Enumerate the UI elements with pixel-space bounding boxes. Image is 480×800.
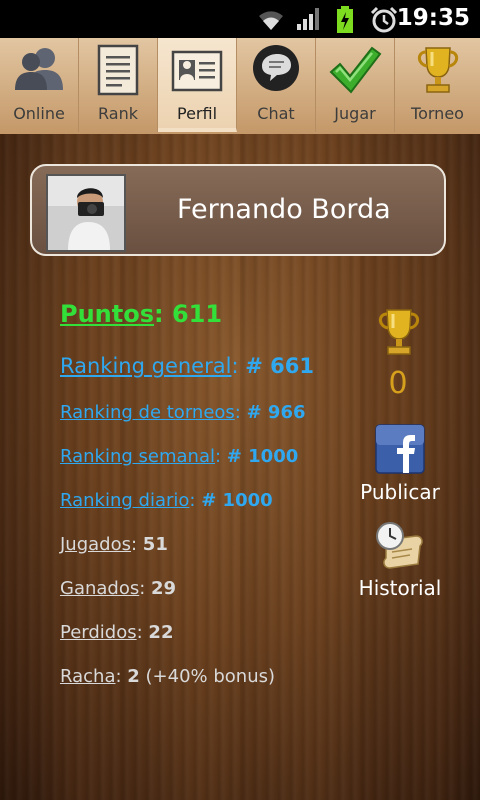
profile-content: Fernando Borda Puntos: 611 Ranking gener… xyxy=(0,134,480,800)
ranking-diario-link[interactable]: Ranking diario xyxy=(60,490,189,511)
racha-stat[interactable]: Racha: 2 (+40% bonus) xyxy=(60,666,275,687)
publicar-button[interactable]: Publicar xyxy=(356,424,444,504)
avatar[interactable] xyxy=(46,174,126,252)
racha-value: 2 xyxy=(127,666,140,687)
tab-rank-label: Rank xyxy=(98,104,138,123)
jugados-stat[interactable]: Jugados: 51 xyxy=(60,534,168,555)
history-scroll-icon xyxy=(376,522,423,569)
tab-perfil-label: Perfil xyxy=(176,104,218,123)
profile-name: Fernando Borda xyxy=(177,194,391,225)
jugados-label[interactable]: Jugados xyxy=(60,534,131,555)
tab-rank[interactable]: Rank xyxy=(79,38,158,132)
ranking-semanal-link[interactable]: Ranking semanal xyxy=(60,446,215,467)
status-bar: 19:35 xyxy=(0,0,480,38)
tab-chat[interactable]: Chat xyxy=(237,38,316,132)
signal-icon xyxy=(297,8,319,30)
tab-online-label: Online xyxy=(13,104,65,123)
ranking-torneos-value: # 966 xyxy=(246,402,306,423)
points-stat[interactable]: Puntos: 611 xyxy=(60,300,222,328)
checkmark-icon xyxy=(329,46,382,94)
racha-label[interactable]: Racha xyxy=(60,666,115,687)
ranking-diario-stat[interactable]: Ranking diario: # 1000 xyxy=(60,490,273,511)
tab-bar: Online Rank Perfil Chat Jugar Torneo xyxy=(0,38,480,137)
facebook-icon xyxy=(375,424,425,474)
racha-bonus: (+40% bonus) xyxy=(139,666,276,687)
perdidos-stat[interactable]: Perdidos: 22 xyxy=(60,622,173,643)
status-time: 19:35 xyxy=(396,5,470,31)
avatar-photo xyxy=(48,176,124,250)
tab-torneo[interactable]: Torneo xyxy=(395,38,480,132)
ganados-stat[interactable]: Ganados: 29 xyxy=(60,578,176,599)
publicar-label: Publicar xyxy=(360,480,440,504)
ranking-diario-value: # 1000 xyxy=(201,490,273,511)
trophy-icon xyxy=(378,309,420,355)
trophy-count: 0 xyxy=(388,366,408,401)
ganados-value: 29 xyxy=(151,578,177,599)
alarm-clock-icon xyxy=(370,6,398,33)
wifi-icon xyxy=(259,11,283,30)
ranking-semanal-stat[interactable]: Ranking semanal: # 1000 xyxy=(60,446,298,467)
points-value: 611 xyxy=(171,300,223,328)
historial-button[interactable]: Historial xyxy=(356,520,444,600)
tab-jugar-label: Jugar xyxy=(334,104,376,123)
trophy-icon xyxy=(417,47,458,93)
tab-torneo-label: Torneo xyxy=(411,104,464,123)
profile-card-icon xyxy=(171,50,223,92)
ranking-general-link[interactable]: Ranking general xyxy=(60,354,231,378)
ranking-document-icon xyxy=(97,44,139,96)
ranking-torneos-stat[interactable]: Ranking de torneos: # 966 xyxy=(60,402,306,423)
battery-charging-icon xyxy=(337,6,353,33)
ranking-general-stat[interactable]: Ranking general: # 661 xyxy=(60,354,314,378)
ganados-label[interactable]: Ganados xyxy=(60,578,139,599)
tab-online[interactable]: Online xyxy=(0,38,79,132)
tab-perfil[interactable]: Perfil xyxy=(158,38,237,132)
tab-jugar[interactable]: Jugar xyxy=(316,38,395,132)
ranking-torneos-link[interactable]: Ranking de torneos xyxy=(60,402,235,423)
chat-bubble-icon xyxy=(253,45,299,91)
jugados-value: 51 xyxy=(142,534,168,555)
users-icon xyxy=(15,48,63,90)
historial-label: Historial xyxy=(358,576,442,600)
profile-card: Fernando Borda xyxy=(30,164,446,256)
points-label[interactable]: Puntos xyxy=(60,300,154,328)
perdidos-label[interactable]: Perdidos xyxy=(60,622,137,643)
tab-chat-label: Chat xyxy=(257,104,295,123)
perdidos-value: 22 xyxy=(148,622,174,643)
ranking-semanal-value: # 1000 xyxy=(226,446,299,467)
ranking-general-value: # 661 xyxy=(245,354,314,378)
